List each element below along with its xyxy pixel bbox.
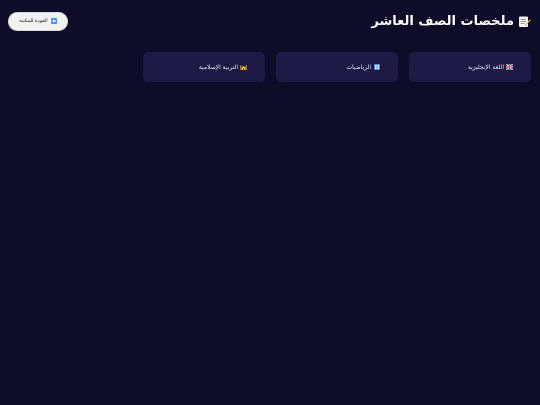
subject-card-label: التربية الإسلامية bbox=[198, 63, 238, 71]
back-arrow-icon bbox=[50, 18, 57, 24]
subjects-grid: اللغة الإنجليزية الرياضيات التربية الإسل… bbox=[142, 52, 531, 82]
header: ملخصات الصف العاشر العودة للمكتبة bbox=[9, 10, 531, 32]
subject-card-label: اللغة الإنجليزية bbox=[467, 63, 504, 71]
page: ملخصات الصف العاشر العودة للمكتبة اللغة … bbox=[0, 0, 540, 405]
subject-card-label: الرياضيات bbox=[346, 63, 371, 71]
numbers-icon bbox=[374, 64, 380, 70]
subject-card-islamic-education[interactable]: التربية الإسلامية bbox=[143, 52, 265, 82]
uk-flag-icon bbox=[505, 63, 514, 71]
back-button-label: العودة للمكتبة bbox=[19, 18, 48, 24]
back-to-library-button[interactable]: العودة للمكتبة bbox=[9, 12, 67, 30]
page-title: ملخصات الصف العاشر bbox=[371, 14, 531, 29]
subject-card-math[interactable]: الرياضيات bbox=[276, 52, 398, 82]
memo-pencil-icon bbox=[518, 15, 531, 28]
subject-card-english[interactable]: اللغة الإنجليزية bbox=[409, 52, 531, 82]
page-title-text: ملخصات الصف العاشر bbox=[371, 13, 514, 29]
mosque-icon bbox=[240, 64, 247, 70]
